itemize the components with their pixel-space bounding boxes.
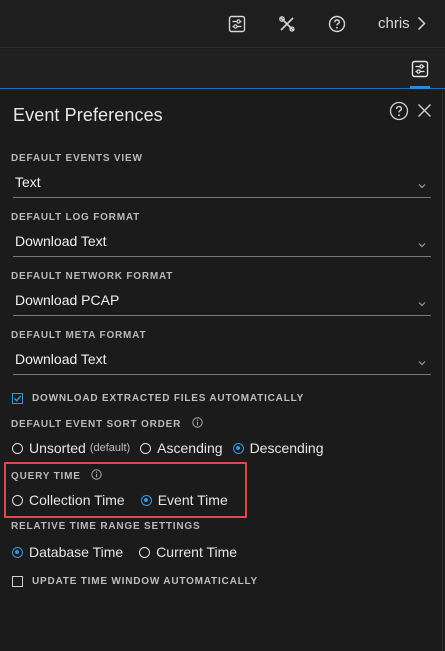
download-extracted-files-checkbox[interactable] (12, 393, 23, 404)
default-network-format-label: DEFAULT NETWORK FORMAT (11, 271, 174, 282)
help-icon[interactable] (327, 14, 347, 34)
default-network-format-value: Download PCAP (15, 292, 120, 308)
default-log-format-value: Download Text (15, 233, 107, 249)
sort-descending-label: Descending (249, 440, 324, 456)
sort-unsorted-radio[interactable]: Unsorted (default) (12, 440, 130, 456)
top-nav-bar: chris (0, 0, 445, 48)
radio-circle (140, 442, 152, 454)
current-time-radio[interactable]: Current Time (139, 544, 237, 560)
active-tab-indicator (410, 86, 430, 89)
default-events-view-label: DEFAULT EVENTS VIEW (11, 153, 143, 164)
panel-title: Event Preferences (13, 105, 163, 125)
panel-help-icon[interactable] (389, 101, 409, 121)
sort-order-label-text: DEFAULT EVENT SORT ORDER (11, 419, 182, 430)
download-extracted-files-row: DOWNLOAD EXTRACTED FILES AUTOMATICALLY (12, 393, 304, 404)
info-icon[interactable] (192, 417, 203, 428)
query-time-highlight (4, 462, 247, 518)
preferences-icon[interactable] (227, 14, 247, 34)
radio-circle-selected (12, 546, 23, 558)
default-event-sort-order-label: DEFAULT EVENT SORT ORDER (11, 417, 203, 430)
default-log-format-select[interactable]: Download Text (13, 231, 431, 257)
database-time-radio[interactable]: Database Time (12, 544, 123, 560)
download-extracted-files-label: DOWNLOAD EXTRACTED FILES AUTOMATICALLY (32, 393, 305, 404)
default-network-format-select[interactable]: Download PCAP (13, 290, 431, 316)
database-time-label: Database Time (29, 544, 124, 560)
current-time-label: Current Time (156, 544, 238, 560)
sort-ascending-radio[interactable]: Ascending (140, 440, 223, 456)
radio-circle-selected (232, 442, 244, 454)
relative-time-radio-group: Database Time Current Time (12, 543, 247, 561)
event-preferences-panel: Event Preferences DEFAULT EVENTS VIEW Te… (0, 90, 443, 651)
default-events-view-select[interactable]: Text (13, 172, 431, 198)
default-meta-format-label: DEFAULT META FORMAT (11, 330, 147, 341)
chevron-down-icon (417, 355, 427, 366)
default-meta-format-value: Download Text (15, 351, 107, 367)
chevron-right-icon[interactable] (417, 16, 426, 36)
event-preferences-tab-icon[interactable] (410, 59, 430, 79)
update-time-window-row: UPDATE TIME WINDOW AUTOMATICALLY (12, 576, 258, 587)
radio-circle (12, 442, 23, 454)
tools-icon[interactable] (277, 14, 297, 34)
sort-descending-radio[interactable]: Descending (232, 440, 324, 456)
chevron-down-icon (417, 237, 427, 248)
default-meta-format-select[interactable]: Download Text (13, 349, 431, 375)
update-time-window-checkbox[interactable] (12, 576, 23, 587)
default-log-format-label: DEFAULT LOG FORMAT (11, 212, 141, 223)
close-icon[interactable] (417, 103, 432, 118)
sort-ascending-label: Ascending (157, 440, 223, 456)
secondary-toolbar (0, 49, 445, 89)
default-events-view-value: Text (15, 174, 41, 190)
user-name[interactable]: chris (378, 15, 410, 32)
chevron-down-icon (417, 178, 427, 189)
radio-circle (139, 546, 151, 558)
sort-unsorted-hint: (default) (89, 442, 131, 454)
sort-unsorted-label: Unsorted (29, 440, 86, 456)
chevron-down-icon (417, 296, 427, 307)
sort-order-radio-group: Unsorted (default) Ascending Descending (12, 439, 334, 457)
update-time-window-label: UPDATE TIME WINDOW AUTOMATICALLY (32, 576, 258, 587)
relative-time-range-label: RELATIVE TIME RANGE SETTINGS (11, 521, 201, 532)
